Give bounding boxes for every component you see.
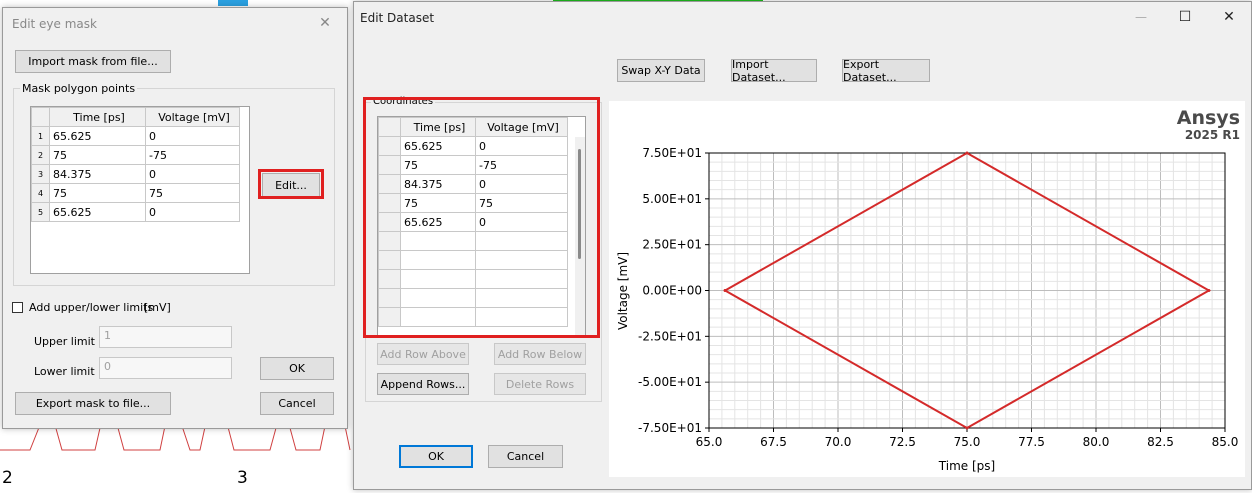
column-header-time[interactable]: Time [ps] <box>49 107 146 127</box>
cell-voltage[interactable]: 0 <box>145 202 240 222</box>
add-row-above-button[interactable]: Add Row Above <box>377 343 469 365</box>
y-tick-label: 7.50E+01 <box>642 146 702 160</box>
y-tick-label: -7.50E+01 <box>638 421 702 435</box>
edit-dataset-dialog: Edit Dataset — ☐ ✕ Swap X-Y Data Import … <box>353 1 1252 490</box>
table-row[interactable]: 3 84.375 0 <box>31 164 240 184</box>
plot-panel: Ansys 2025 R1 65.0 67.5 70.0 72.5 75.0 77.5 80… <box>609 101 1245 477</box>
data-point <box>723 289 727 292</box>
lower-limit-field[interactable]: 0 <box>99 357 232 379</box>
cell-time[interactable]: 84.375 <box>49 164 146 184</box>
plot-grid <box>708 152 1226 429</box>
row-number[interactable]: 4 <box>31 183 50 203</box>
row-number[interactable]: 2 <box>31 145 50 165</box>
dataset-cancel-button[interactable]: Cancel <box>488 445 563 468</box>
export-dataset-button[interactable]: Export Dataset... <box>842 58 930 84</box>
minimize-icon[interactable]: — <box>1119 2 1163 32</box>
export-mask-button[interactable]: Export mask to file... <box>15 392 171 415</box>
x-tick-label: 77.5 <box>1018 435 1045 449</box>
upper-limit-label: Upper limit <box>34 335 95 348</box>
highlight-coordinates <box>363 97 600 338</box>
eye-mask-close-icon[interactable]: ✕ <box>303 8 347 38</box>
x-tick-label: 65.0 <box>696 435 723 449</box>
table-row[interactable]: 2 75 -75 <box>31 145 240 165</box>
limits-unit-label: [mV] <box>144 301 171 314</box>
mask-points-table: Time [ps] Voltage [mV] 1 65.625 0 2 75 -75 3 84… <box>31 107 240 222</box>
table-row[interactable]: 4 75 75 <box>31 183 240 203</box>
eye-mask-title: Edit eye mask <box>12 17 97 31</box>
row-number[interactable]: 3 <box>31 164 50 184</box>
append-rows-button[interactable]: Append Rows... <box>377 373 469 395</box>
ansys-version: 2025 R1 <box>1185 128 1240 142</box>
cell-voltage[interactable]: 75 <box>145 183 240 203</box>
background-heatmap-fragment <box>218 0 248 6</box>
highlight-edit-button <box>258 169 324 199</box>
dataset-close-icon[interactable]: ✕ <box>1207 2 1251 32</box>
dataset-title: Edit Dataset <box>360 11 435 25</box>
cell-time[interactable]: 75 <box>49 183 146 203</box>
y-tick-label: -5.00E+01 <box>638 375 702 389</box>
edit-eye-mask-dialog: Edit eye mask ✕ Import mask from file...… <box>2 7 348 429</box>
import-mask-button[interactable]: Import mask from file... <box>15 50 171 73</box>
cell-time[interactable]: 65.625 <box>49 126 146 146</box>
cell-voltage[interactable]: 0 <box>145 164 240 184</box>
row-number[interactable]: 1 <box>31 126 50 146</box>
x-tick-label: 70.0 <box>825 435 852 449</box>
swap-xy-button[interactable]: Swap X-Y Data <box>617 59 705 82</box>
x-tick-label: 67.5 <box>760 435 787 449</box>
x-tick-label: 82.5 <box>1147 435 1174 449</box>
table-row[interactable]: 5 65.625 0 <box>31 202 240 222</box>
data-point <box>1207 289 1211 292</box>
y-tick-label: 0.00E+00 <box>642 284 702 298</box>
limits-checkbox-label: Add upper/lower limits <box>29 301 154 314</box>
dataset-titlebar[interactable]: Edit Dataset — ☐ ✕ <box>354 2 1251 34</box>
eye-mask-ok-button[interactable]: OK <box>260 357 334 380</box>
dataset-ok-button[interactable]: OK <box>399 445 473 468</box>
x-tick-label: 75.0 <box>954 435 981 449</box>
cell-voltage[interactable]: -75 <box>145 145 240 165</box>
background-x-tick-left: 2 <box>2 468 13 488</box>
mask-points-grid[interactable]: Time [ps] Voltage [mV] 1 65.625 0 2 75 -75 3 84… <box>30 106 250 274</box>
mask-polygon-group-label: Mask polygon points <box>20 82 138 95</box>
y-tick-label: 2.50E+01 <box>642 238 702 252</box>
x-tick-label: 72.5 <box>889 435 916 449</box>
dataset-plot: Ansys 2025 R1 65.0 67.5 70.0 72.5 75.0 77.5 80… <box>616 107 1240 473</box>
y-tick-label: -2.50E+01 <box>638 329 702 343</box>
lower-limit-label: Lower limit <box>34 365 95 378</box>
row-number[interactable]: 5 <box>31 202 50 222</box>
add-row-below-button[interactable]: Add Row Below <box>494 343 586 365</box>
plot-ticks: 65.0 67.5 70.0 72.5 75.0 77.5 80.0 82.5 85.0 7.50… <box>638 146 1238 449</box>
data-point <box>965 426 969 430</box>
column-header-voltage[interactable]: Voltage [mV] <box>145 107 240 127</box>
table-row[interactable]: 1 65.625 0 <box>31 126 240 146</box>
x-tick-label: 80.0 <box>1083 435 1110 449</box>
y-axis-label: Voltage [mV] <box>616 252 630 330</box>
cell-time[interactable]: 75 <box>49 145 146 165</box>
ansys-brand: Ansys <box>1177 107 1240 129</box>
cell-voltage[interactable]: 0 <box>145 126 240 146</box>
data-point <box>965 151 969 155</box>
x-axis-label: Time [ps] <box>938 459 995 473</box>
background-x-tick-right: 3 <box>237 468 248 488</box>
x-tick-label: 85.0 <box>1212 435 1239 449</box>
upper-limit-field[interactable]: 1 <box>99 326 232 348</box>
grid-corner <box>31 107 50 127</box>
eye-mask-titlebar[interactable]: Edit eye mask ✕ <box>3 8 347 40</box>
maximize-icon[interactable]: ☐ <box>1163 2 1207 32</box>
eye-mask-cancel-button[interactable]: Cancel <box>260 392 334 415</box>
cell-time[interactable]: 65.625 <box>49 202 146 222</box>
delete-rows-button[interactable]: Delete Rows <box>494 373 586 395</box>
import-dataset-button[interactable]: Import Dataset... <box>731 58 817 84</box>
limits-checkbox[interactable] <box>12 302 23 313</box>
y-tick-label: 5.00E+01 <box>642 192 702 206</box>
